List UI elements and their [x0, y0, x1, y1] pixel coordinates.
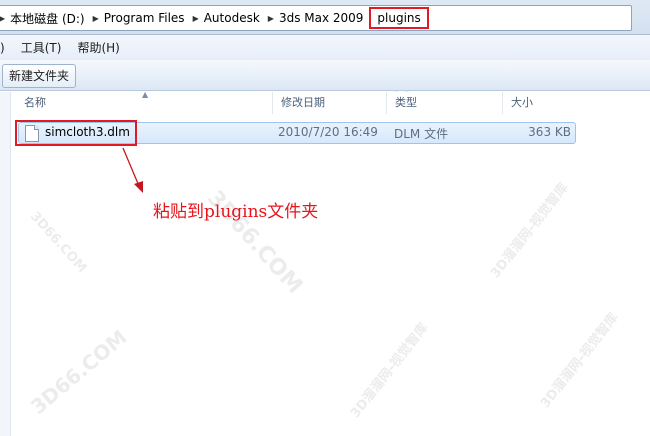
watermark: 3D溜溜网-视觉智库: [348, 320, 432, 422]
watermark: 3D溜溜网-视觉智库: [488, 180, 572, 282]
watermark: 3D66.COM: [26, 325, 132, 419]
highlight-box: [15, 120, 137, 146]
file-row[interactable]: simcloth3.dlm 2010/7/20 16:49 DLM 文件 363…: [15, 120, 576, 146]
annotation-arrow-icon: [122, 147, 143, 193]
toolbar: 新建文件夹: [0, 60, 650, 91]
menu-item-tools[interactable]: 工具(T): [13, 39, 70, 56]
chevron-right-icon[interactable]: ▶: [93, 14, 99, 23]
menu-bar: /) 工具(T) 帮助(H): [0, 35, 650, 60]
annotation-text: 粘贴到plugins文件夹: [153, 202, 319, 222]
column-header-size[interactable]: 大小: [502, 92, 591, 114]
navigation-pane-edge: [0, 92, 11, 436]
column-header-modified[interactable]: 修改日期: [272, 92, 387, 114]
breadcrumb-item-autodesk[interactable]: ▶ Autodesk: [189, 7, 264, 29]
file-type: DLM 文件: [394, 127, 449, 141]
new-folder-button[interactable]: 新建文件夹: [2, 64, 77, 88]
breadcrumb-item-program-files[interactable]: ▶ Program Files: [89, 7, 189, 29]
chevron-right-icon[interactable]: ▶: [0, 14, 5, 23]
chevron-right-icon[interactable]: ▶: [193, 14, 199, 23]
menu-item-view[interactable]: /): [0, 41, 13, 55]
breadcrumb-item-3ds-max[interactable]: ▶ 3ds Max 2009: [264, 7, 368, 29]
breadcrumb-item-drive[interactable]: ▶ 本地磁盘 (D:): [0, 7, 89, 29]
breadcrumb-item-plugins[interactable]: plugins: [369, 7, 429, 29]
breadcrumb[interactable]: ▶ 本地磁盘 (D:) ▶ Program Files ▶ Autodesk ▶…: [0, 5, 632, 31]
address-bar: ▶ 本地磁盘 (D:) ▶ Program Files ▶ Autodesk ▶…: [0, 0, 650, 35]
file-modified: 2010/7/20 16:49: [278, 125, 378, 139]
watermark: 3D溜溜网-视觉智库: [538, 310, 622, 412]
file-size: 363 KB: [528, 125, 571, 139]
column-header-name[interactable]: 名称: [16, 92, 270, 114]
chevron-right-icon[interactable]: ▶: [268, 14, 274, 23]
watermark: 3D66.COM: [27, 209, 90, 276]
column-header: ▲ 名称 修改日期 类型 大小: [16, 90, 650, 114]
menu-item-help[interactable]: 帮助(H): [69, 39, 127, 56]
column-header-type[interactable]: 类型: [386, 92, 503, 114]
